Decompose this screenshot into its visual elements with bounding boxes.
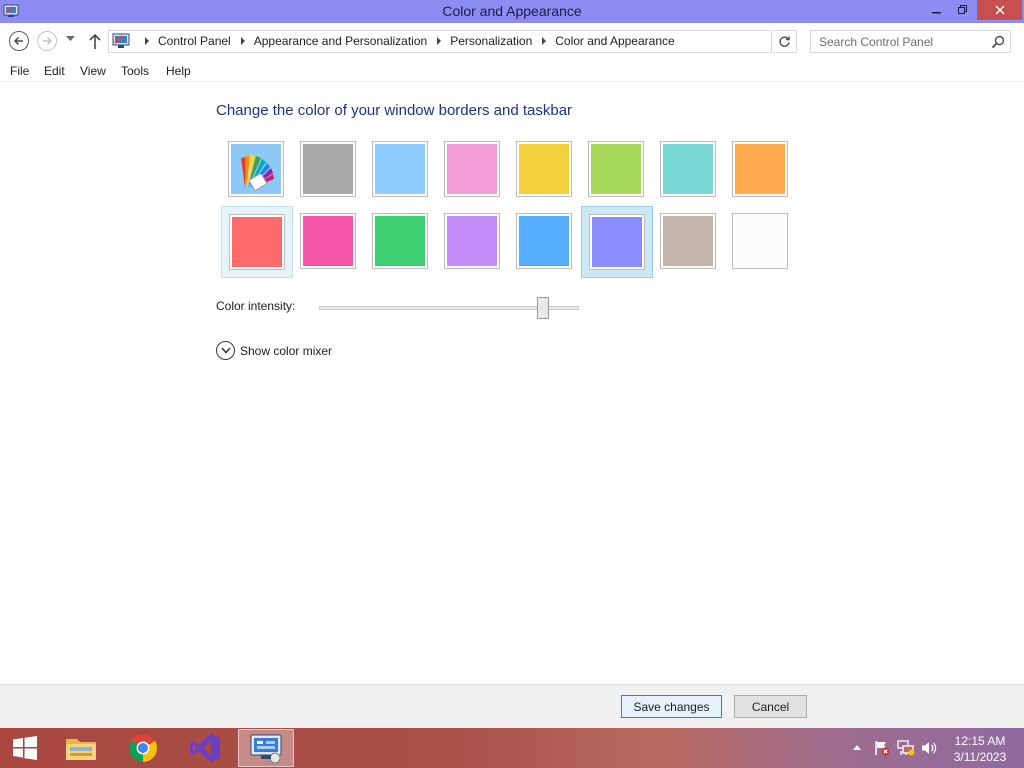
color-swatch-automatic[interactable] <box>221 134 293 206</box>
search-icon[interactable] <box>991 35 1005 49</box>
color-swatch[interactable] <box>725 206 797 278</box>
address-bar[interactable]: Control Panel Appearance and Personaliza… <box>108 30 876 53</box>
recent-locations-chevron-icon[interactable] <box>66 36 75 42</box>
taskbar-chrome[interactable] <box>115 729 171 767</box>
breadcrumb-separator-icon[interactable] <box>542 37 547 45</box>
chrome-icon <box>129 734 157 762</box>
up-arrow-icon[interactable] <box>87 32 103 50</box>
save-changes-button[interactable]: Save changes <box>621 695 722 718</box>
color-swatch[interactable] <box>581 134 653 206</box>
color-intensity-label: Color intensity: <box>216 299 296 313</box>
color-palette-icon <box>231 144 281 194</box>
page-title: Change the color of your window borders … <box>216 102 573 119</box>
menu-edit[interactable]: Edit <box>44 64 65 78</box>
menu-bar: File Edit View Tools Help <box>0 59 1024 82</box>
show-color-mixer-label: Show color mixer <box>240 343 333 358</box>
arrow-right-icon <box>43 36 53 46</box>
close-icon <box>994 5 1005 15</box>
color-swatch[interactable] <box>437 206 509 278</box>
control-panel-icon <box>112 33 130 48</box>
close-button[interactable] <box>977 0 1022 20</box>
breadcrumb-separator-icon[interactable] <box>437 37 442 45</box>
breadcrumb: Control Panel Appearance and Personaliza… <box>135 34 675 48</box>
restore-icon <box>958 5 967 14</box>
search-input[interactable] <box>811 31 986 52</box>
color-swatch[interactable] <box>437 134 509 206</box>
taskbar-clock[interactable]: 12:15 AM 3/11/2023 <box>938 733 1022 765</box>
visual-studio-icon <box>190 734 220 762</box>
back-button[interactable] <box>9 31 29 51</box>
color-intensity-slider-thumb[interactable] <box>537 297 549 319</box>
clock-date: 3/11/2023 <box>953 750 1007 764</box>
color-swatch[interactable] <box>365 206 437 278</box>
chevron-down-icon <box>216 341 235 360</box>
breadcrumb-appearance-and-personalization[interactable]: Appearance and Personalization <box>254 34 427 48</box>
color-swatch[interactable] <box>293 206 365 278</box>
menu-file[interactable]: File <box>10 64 29 78</box>
color-swatch[interactable] <box>725 134 797 206</box>
color-swatch[interactable] <box>509 134 581 206</box>
cancel-button[interactable]: Cancel <box>734 695 807 718</box>
taskbar-file-explorer[interactable] <box>53 729 109 767</box>
color-swatch[interactable] <box>509 206 581 278</box>
breadcrumb-separator-icon[interactable] <box>145 37 149 45</box>
breadcrumb-personalization[interactable]: Personalization <box>450 34 532 48</box>
refresh-button[interactable] <box>773 30 797 53</box>
search-box <box>810 30 1011 53</box>
volume-icon[interactable] <box>921 740 937 756</box>
minimize-icon <box>932 12 941 14</box>
forward-button[interactable] <box>37 31 57 51</box>
taskbar: 12:15 AM 3/11/2023 <box>0 728 1024 768</box>
breadcrumb-control-panel[interactable]: Control Panel <box>158 34 231 48</box>
menu-help[interactable]: Help <box>166 64 191 78</box>
restore-button[interactable] <box>950 0 976 20</box>
folder-icon <box>66 739 96 760</box>
clock-time: 12:15 AM <box>954 734 1006 748</box>
control-panel-icon <box>250 734 282 764</box>
menu-tools[interactable]: Tools <box>121 64 149 78</box>
color-swatch[interactable] <box>293 134 365 206</box>
breadcrumb-color-and-appearance[interactable]: Color and Appearance <box>555 34 674 48</box>
color-swatch[interactable] <box>653 206 725 278</box>
taskbar-control-panel[interactable] <box>238 729 294 767</box>
arrow-left-icon <box>13 36 23 46</box>
menu-view[interactable]: View <box>80 64 106 78</box>
taskbar-visual-studio[interactable] <box>177 729 233 767</box>
action-center-flag-icon[interactable] <box>874 740 890 756</box>
breadcrumb-separator-icon[interactable] <box>240 37 245 45</box>
refresh-icon <box>779 36 790 47</box>
color-swatch[interactable] <box>581 206 653 278</box>
window-title: Color and Appearance <box>442 3 582 19</box>
color-swatch[interactable] <box>221 206 293 278</box>
start-button[interactable] <box>0 729 50 767</box>
minimize-button[interactable] <box>924 0 950 20</box>
show-hidden-icons-chevron-icon[interactable] <box>852 744 862 751</box>
bottom-button-bar: Save changes Cancel <box>0 684 1024 728</box>
title-bar: Color and Appearance <box>0 0 1024 23</box>
color-swatch[interactable] <box>653 134 725 206</box>
color-swatch[interactable] <box>365 134 437 206</box>
network-icon[interactable] <box>897 740 915 756</box>
windows-logo-icon <box>13 736 37 760</box>
navigation-bar: Control Panel Appearance and Personaliza… <box>0 23 1024 59</box>
show-color-mixer-toggle[interactable]: Show color mixer <box>216 341 332 360</box>
